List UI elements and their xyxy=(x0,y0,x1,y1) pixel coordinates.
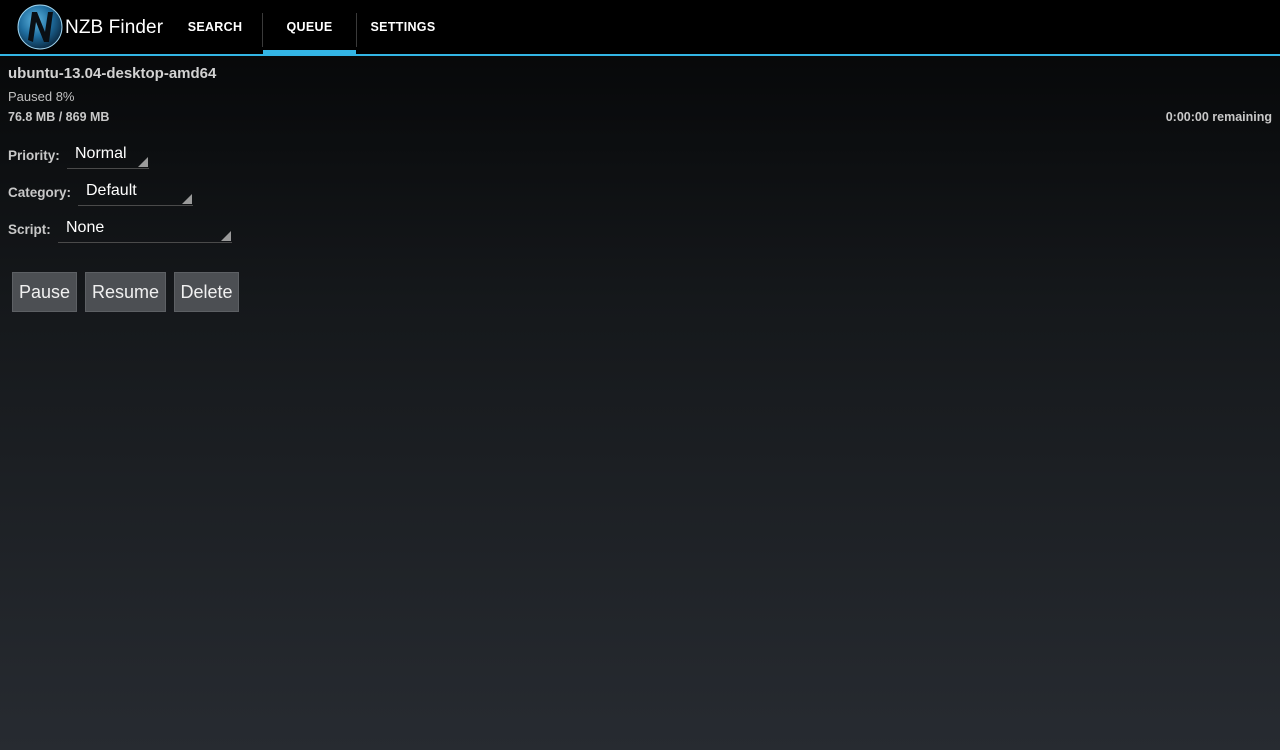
resume-button[interactable]: Resume xyxy=(85,272,166,312)
script-spinner[interactable]: None xyxy=(58,219,232,243)
delete-button[interactable]: Delete xyxy=(174,272,239,312)
dropdown-corner-icon xyxy=(138,157,148,167)
job-name: ubuntu-13.04-desktop-amd64 xyxy=(8,65,217,82)
category-value: Default xyxy=(86,182,137,199)
priority-spinner[interactable]: Normal xyxy=(67,145,149,169)
script-label: Script: xyxy=(8,222,51,237)
tab-search[interactable]: SEARCH xyxy=(174,0,256,54)
pause-button[interactable]: Pause xyxy=(12,272,77,312)
app-title: NZB Finder xyxy=(65,17,164,38)
priority-value: Normal xyxy=(75,145,127,162)
tab-queue-label: QUEUE xyxy=(286,20,333,34)
script-value: None xyxy=(66,219,105,236)
dropdown-corner-icon xyxy=(221,231,231,241)
nzb-logo-icon[interactable] xyxy=(17,4,63,50)
job-remaining: 0:00:00 remaining xyxy=(1165,110,1272,124)
priority-label: Priority: xyxy=(8,148,60,163)
tab-settings-label: SETTINGS xyxy=(370,20,436,34)
tab-settings[interactable]: SETTINGS xyxy=(357,0,449,54)
job-status: Paused 8% xyxy=(8,89,75,104)
dropdown-corner-icon xyxy=(182,194,192,204)
tab-search-label: SEARCH xyxy=(187,20,243,34)
action-bar: NZB Finder SEARCH QUEUE SETTINGS xyxy=(0,0,1280,56)
category-spinner[interactable]: Default xyxy=(78,182,193,206)
category-label: Category: xyxy=(8,185,72,200)
job-size: 76.8 MB / 869 MB xyxy=(8,110,110,124)
tab-queue[interactable]: QUEUE xyxy=(263,0,356,56)
